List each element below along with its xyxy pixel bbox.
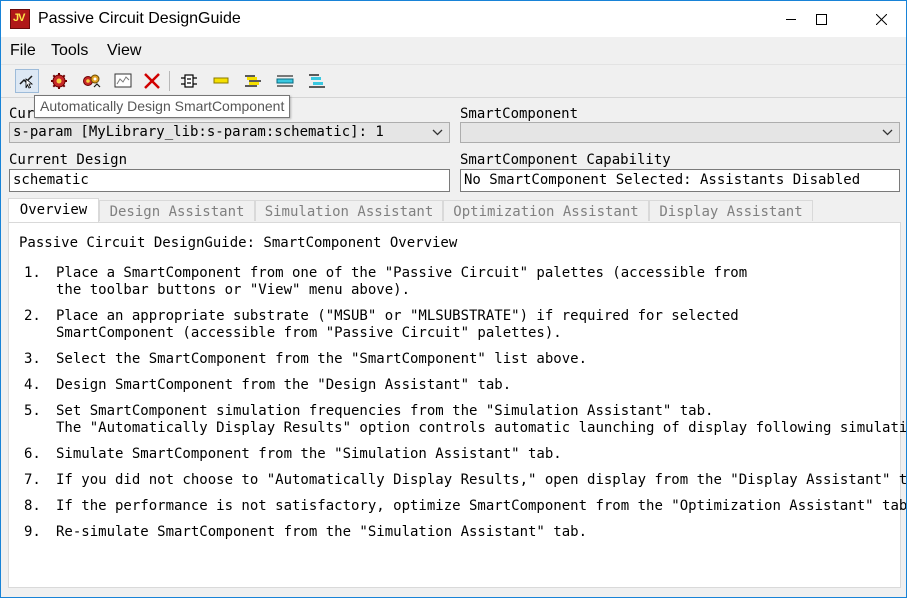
current-design-label: Current Design bbox=[9, 152, 128, 168]
capability-label: SmartComponent Capability bbox=[460, 152, 671, 168]
smartcomponent-label: SmartComponent bbox=[460, 106, 579, 122]
tab-display-assistant[interactable]: Display Assistant bbox=[649, 200, 813, 221]
step-text: Re-simulate SmartComponent from the "Sim… bbox=[56, 524, 588, 540]
step-number: 3. bbox=[24, 351, 41, 367]
step-text: Design SmartComponent from the "Design A… bbox=[56, 377, 512, 393]
toolbar bbox=[1, 64, 906, 98]
capability-field: No SmartComponent Selected: Assistants D… bbox=[460, 169, 900, 192]
minimize-icon bbox=[785, 18, 796, 20]
window-title: Passive Circuit DesignGuide bbox=[38, 10, 241, 27]
component-icon bbox=[181, 74, 197, 88]
chevron-down-icon bbox=[432, 129, 443, 136]
tline-icon bbox=[213, 77, 229, 84]
main-window: JV Passive Circuit DesignGuide File Tool… bbox=[0, 0, 907, 598]
simulate-button[interactable] bbox=[79, 69, 103, 93]
step-number: 5. bbox=[24, 403, 41, 419]
tab-overview[interactable]: Overview bbox=[8, 198, 99, 222]
delete-x-icon bbox=[144, 73, 160, 89]
current-schematic-value: s-param [MyLibrary_lib:s-param:schematic… bbox=[13, 124, 384, 140]
step-text: Simulate SmartComponent from the "Simula… bbox=[56, 446, 562, 462]
stepped-line-icon bbox=[276, 75, 294, 87]
maximize-button[interactable] bbox=[798, 1, 844, 37]
app-logo-icon: JV bbox=[10, 9, 30, 29]
step-number: 1. bbox=[24, 265, 41, 281]
multi-line-icon bbox=[309, 74, 325, 88]
tab-simulation-assistant[interactable]: Simulation Assistant bbox=[255, 200, 443, 221]
step-text: If you did not choose to "Automatically … bbox=[56, 472, 907, 488]
tab-optimization-assistant[interactable]: Optimization Assistant bbox=[443, 200, 649, 221]
stepped-line-palette-button[interactable] bbox=[273, 69, 297, 93]
close-icon bbox=[875, 13, 887, 25]
overview-panel: Passive Circuit DesignGuide: SmartCompon… bbox=[8, 222, 906, 588]
display-button[interactable] bbox=[111, 69, 135, 93]
step-text: Place an appropriate substrate ("MSUB" o… bbox=[56, 308, 739, 341]
smart-design-icon bbox=[19, 75, 34, 89]
coupled-line-palette-button[interactable] bbox=[241, 69, 265, 93]
step-number: 2. bbox=[24, 308, 41, 324]
step-number: 4. bbox=[24, 377, 41, 393]
design-button[interactable] bbox=[47, 69, 71, 93]
step-text: Select the SmartComponent from the "Smar… bbox=[56, 351, 588, 367]
step-number: 9. bbox=[24, 524, 41, 540]
toolbar-separator bbox=[169, 71, 170, 91]
multi-line-palette-button[interactable] bbox=[305, 69, 329, 93]
gear-multi-icon bbox=[83, 74, 101, 88]
toolbar-tooltip: Automatically Design SmartComponent bbox=[34, 95, 291, 118]
display-graph-icon bbox=[114, 73, 132, 88]
title-bar[interactable]: JV Passive Circuit DesignGuide bbox=[1, 1, 906, 37]
step-number: 6. bbox=[24, 446, 41, 462]
step-text: If the performance is not satisfactory, … bbox=[56, 498, 907, 514]
coupled-line-icon bbox=[245, 75, 261, 87]
menu-bar: File Tools View bbox=[1, 37, 906, 64]
menu-file[interactable]: File bbox=[10, 42, 36, 60]
chevron-down-icon bbox=[882, 129, 893, 136]
maximize-icon bbox=[815, 13, 827, 25]
current-schematic-dropdown[interactable]: s-param [MyLibrary_lib:s-param:schematic… bbox=[9, 122, 450, 143]
delete-button[interactable] bbox=[140, 69, 164, 93]
auto-design-button[interactable] bbox=[15, 69, 39, 93]
menu-tools[interactable]: Tools bbox=[51, 42, 88, 60]
gear-red-icon bbox=[51, 73, 67, 89]
step-number: 8. bbox=[24, 498, 41, 514]
menu-view[interactable]: View bbox=[107, 42, 141, 60]
smartcomponent-dropdown[interactable] bbox=[460, 122, 900, 143]
overview-title: Passive Circuit DesignGuide: SmartCompon… bbox=[19, 235, 458, 251]
current-design-field[interactable]: schematic bbox=[9, 169, 450, 192]
step-text: Place a SmartComponent from one of the "… bbox=[56, 265, 748, 298]
component-palette-button[interactable] bbox=[177, 69, 201, 93]
close-button[interactable] bbox=[858, 1, 904, 37]
tab-design-assistant[interactable]: Design Assistant bbox=[99, 200, 255, 221]
step-text: Set SmartComponent simulation frequencie… bbox=[56, 403, 907, 436]
tline-palette-button[interactable] bbox=[209, 69, 233, 93]
step-number: 7. bbox=[24, 472, 41, 488]
